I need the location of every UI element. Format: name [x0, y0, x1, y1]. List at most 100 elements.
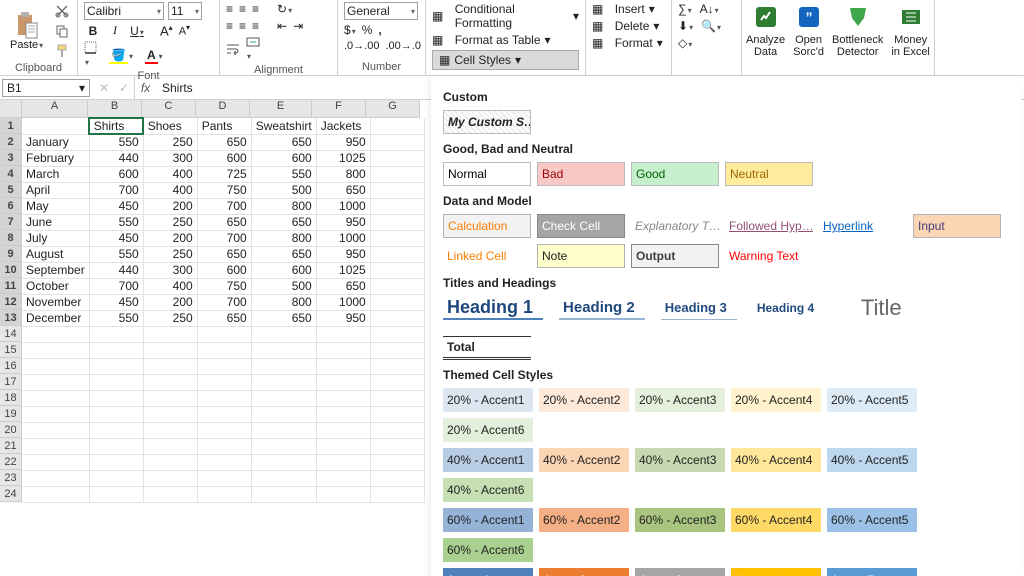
cell[interactable] [251, 342, 316, 358]
cell[interactable] [251, 390, 316, 406]
cell[interactable]: 650 [251, 246, 316, 262]
style-tile[interactable]: Note [537, 244, 625, 268]
name-box[interactable]: B1▾ [2, 79, 90, 97]
cell[interactable] [143, 406, 197, 422]
cell[interactable] [89, 358, 143, 374]
cell[interactable] [197, 374, 251, 390]
row-header[interactable]: 23 [0, 470, 22, 486]
sort-filter-button[interactable]: A↓ [700, 2, 719, 16]
cell[interactable]: 750 [197, 278, 251, 294]
percent-button[interactable]: % [362, 23, 373, 37]
cancel-icon[interactable]: ✕ [94, 81, 114, 95]
cell[interactable]: 1000 [316, 230, 370, 246]
cell[interactable]: 550 [89, 246, 143, 262]
cell[interactable]: 600 [197, 150, 251, 166]
cell[interactable] [370, 294, 424, 310]
cell[interactable] [251, 470, 316, 486]
cut-button[interactable] [53, 2, 71, 20]
cell[interactable]: Pants [197, 118, 251, 134]
cell[interactable]: January [22, 134, 89, 150]
cell[interactable] [370, 134, 424, 150]
cell[interactable] [251, 454, 316, 470]
cell[interactable] [251, 486, 316, 502]
cell[interactable]: 250 [143, 310, 197, 326]
cell[interactable]: 650 [197, 310, 251, 326]
autosum-button[interactable]: ∑ [678, 2, 692, 16]
merge-button[interactable] [246, 36, 260, 62]
col-header[interactable]: D [196, 100, 250, 118]
row-header[interactable]: 5 [0, 182, 22, 198]
cell[interactable] [22, 342, 89, 358]
row-header[interactable]: 7 [0, 214, 22, 230]
italic-button[interactable]: I [106, 23, 124, 38]
cell[interactable] [143, 454, 197, 470]
cell[interactable]: 750 [197, 182, 251, 198]
cell[interactable] [251, 374, 316, 390]
col-header[interactable]: B [88, 100, 142, 118]
cell[interactable] [370, 406, 424, 422]
cell[interactable] [370, 166, 424, 182]
row-header[interactable]: 15 [0, 342, 22, 358]
cell[interactable]: 550 [251, 166, 316, 182]
row-header[interactable]: 2 [0, 134, 22, 150]
cell[interactable]: September [22, 262, 89, 278]
cell[interactable]: 700 [89, 182, 143, 198]
cell[interactable] [197, 390, 251, 406]
cell[interactable]: 300 [143, 150, 197, 166]
paste-button[interactable]: Paste [6, 11, 47, 51]
cell[interactable]: 700 [89, 278, 143, 294]
style-heading3[interactable]: Heading 3 [661, 296, 737, 320]
style-tile[interactable]: 60% - Accent5 [827, 508, 917, 532]
cell[interactable]: 400 [143, 278, 197, 294]
cell[interactable]: 500 [251, 278, 316, 294]
row-header[interactable]: 18 [0, 390, 22, 406]
style-tile[interactable]: Warning Text [725, 244, 813, 268]
enter-icon[interactable]: ✓ [114, 81, 134, 95]
row-header[interactable]: 16 [0, 358, 22, 374]
cell[interactable]: 400 [143, 166, 197, 182]
cell[interactable]: 650 [197, 246, 251, 262]
cell[interactable]: December [22, 310, 89, 326]
cell[interactable] [89, 342, 143, 358]
cell[interactable]: 200 [143, 294, 197, 310]
cell[interactable] [22, 486, 89, 502]
style-tile[interactable]: Accent1 [443, 568, 533, 576]
style-heading1[interactable]: Heading 1 [443, 296, 543, 320]
cell[interactable]: 250 [143, 134, 197, 150]
font-name-combo[interactable]: Calibri▾ [84, 2, 164, 20]
style-tile[interactable]: 20% - Accent6 [443, 418, 533, 442]
col-header[interactable]: A [22, 100, 88, 118]
cell[interactable] [197, 326, 251, 342]
col-header[interactable]: F [312, 100, 366, 118]
cell[interactable] [89, 422, 143, 438]
cell[interactable]: October [22, 278, 89, 294]
cell[interactable] [143, 470, 197, 486]
cell[interactable] [197, 438, 251, 454]
cell[interactable] [370, 486, 424, 502]
cell[interactable]: 800 [251, 198, 316, 214]
cell[interactable] [370, 358, 424, 374]
cell[interactable]: 200 [143, 230, 197, 246]
comma-button[interactable]: , [378, 23, 381, 37]
style-tile[interactable]: 20% - Accent1 [443, 388, 533, 412]
fill-color-button[interactable]: 🪣 [109, 48, 133, 62]
cell[interactable] [89, 438, 143, 454]
style-tile[interactable]: 60% - Accent2 [539, 508, 629, 532]
cell[interactable] [251, 438, 316, 454]
cell[interactable]: June [22, 214, 89, 230]
font-color-button[interactable]: A [145, 48, 163, 62]
cell[interactable] [251, 326, 316, 342]
increase-decimal-button[interactable]: .0→.00 [344, 40, 379, 52]
style-tile[interactable]: Calculation [443, 214, 531, 238]
cell[interactable]: 725 [197, 166, 251, 182]
row-header[interactable]: 17 [0, 374, 22, 390]
cell[interactable]: 650 [197, 214, 251, 230]
row-header[interactable]: 3 [0, 150, 22, 166]
font-size-combo[interactable]: 11▾ [168, 2, 202, 20]
cell[interactable]: 950 [316, 246, 370, 262]
borders-button[interactable] [84, 41, 97, 68]
cell[interactable] [22, 438, 89, 454]
cell[interactable]: 650 [197, 134, 251, 150]
col-header[interactable]: E [250, 100, 312, 118]
row-header[interactable]: 13 [0, 310, 22, 326]
